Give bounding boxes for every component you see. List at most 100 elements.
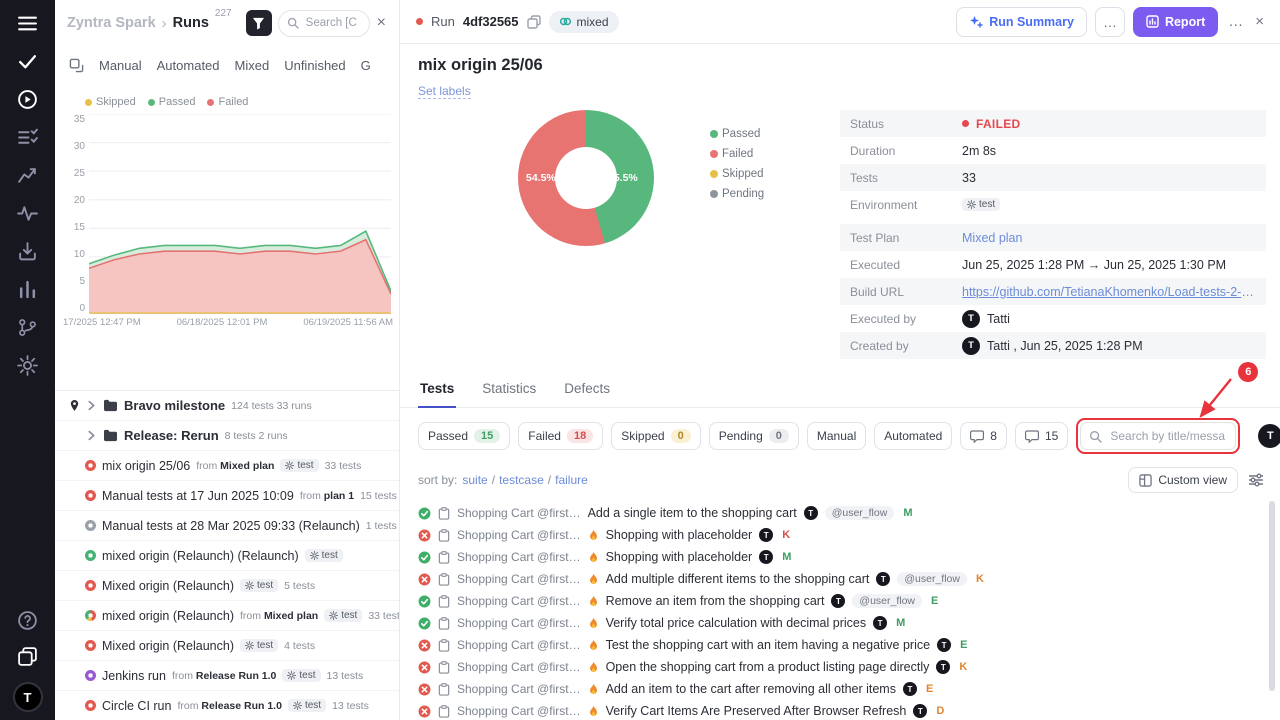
trend-chart-icon[interactable] (17, 165, 38, 186)
flaky-fire-icon (588, 683, 599, 696)
help-icon[interactable] (17, 610, 38, 631)
test-row[interactable]: Shopping Cart @first… Add an item to the … (418, 678, 1266, 700)
info-label: Build URL (850, 285, 962, 299)
tab-defects[interactable]: Defects (562, 371, 612, 407)
test-title[interactable]: Shopping with placeholder (606, 528, 753, 542)
test-row[interactable]: Shopping Cart @first… Add a single item t… (418, 502, 1266, 524)
sort-by-testcase[interactable]: testcase (499, 473, 544, 487)
scrollbar[interactable] (1269, 501, 1275, 691)
comments-filter-chip[interactable]: 8 (960, 422, 1007, 450)
tab-tests[interactable]: Tests (418, 371, 456, 408)
left-tab-mixed[interactable]: Mixed (235, 58, 270, 73)
test-row[interactable]: Shopping Cart @first… Verify Cart Items A… (418, 700, 1266, 720)
filter-chip-passed[interactable]: Passed15 (418, 422, 510, 450)
left-tab-g[interactable]: G (361, 58, 371, 73)
suite-name[interactable]: Shopping Cart @first… (457, 616, 581, 630)
milestone-row[interactable]: Release: Rerun8 tests 2 runs (55, 421, 399, 451)
tests-search[interactable] (1080, 422, 1236, 450)
batch-select-icon[interactable] (69, 58, 84, 73)
close-panel-icon[interactable]: × (376, 14, 387, 32)
milestone-row[interactable]: Bravo milestone124 tests 33 runs (55, 391, 399, 421)
overflow-menu-icon[interactable]: … (1226, 13, 1245, 30)
run-row[interactable]: Manual tests at 28 Mar 2025 09:33 (Relau… (55, 511, 399, 541)
run-row[interactable]: mixed origin (Relaunch) (Relaunch)test (55, 541, 399, 571)
run-row[interactable]: Circle CI runfrom Release Run 1.0test13 … (55, 691, 399, 720)
suite-name[interactable]: Shopping Cart @first… (457, 660, 581, 674)
run-row[interactable]: Jenkins runfrom Release Run 1.0test13 te… (55, 661, 399, 691)
filter-chip-pending[interactable]: Pending0 (709, 422, 799, 450)
projects-icon[interactable] (17, 646, 38, 667)
user-avatar[interactable]: T (13, 682, 43, 712)
suite-name[interactable]: Shopping Cart @first… (457, 704, 581, 718)
test-row[interactable]: Shopping Cart @first… Test the shopping c… (418, 634, 1266, 656)
run-row[interactable]: Mixed origin (Relaunch)test4 tests (55, 631, 399, 661)
test-title[interactable]: Add an item to the cart after removing a… (606, 682, 896, 696)
copy-icon[interactable] (527, 15, 541, 29)
activity-pulse-icon[interactable] (17, 203, 38, 224)
user-avatar[interactable]: T (1258, 424, 1280, 448)
test-list-icon[interactable] (17, 127, 38, 148)
more-actions-button[interactable]: … (1095, 7, 1125, 37)
test-title[interactable]: Remove an item from the shopping cart (606, 594, 825, 608)
test-title[interactable]: Test the shopping cart with an item havi… (606, 638, 931, 652)
assignee-badge: E (931, 595, 938, 607)
report-button[interactable]: Report (1133, 7, 1218, 37)
suite-name[interactable]: Shopping Cart @first… (457, 550, 581, 564)
sort-by-failure[interactable]: failure (555, 473, 588, 487)
runs-search[interactable] (278, 10, 370, 37)
tune-sliders-icon[interactable] (1248, 472, 1264, 488)
sort-by-suite[interactable]: suite (462, 473, 487, 487)
tests-search-input[interactable] (1108, 428, 1227, 444)
suite-name[interactable]: Shopping Cart @first… (457, 594, 581, 608)
set-labels-link[interactable]: Set labels (418, 84, 471, 99)
filter-chip-automated[interactable]: Automated (874, 422, 952, 450)
test-title[interactable]: Add a single item to the shopping cart (588, 506, 797, 520)
bar-chart-icon[interactable] (17, 279, 38, 300)
test-row[interactable]: Shopping Cart @first… Shopping with place… (418, 524, 1266, 546)
filter-chip-manual[interactable]: Manual (807, 422, 866, 450)
left-tab-manual[interactable]: Manual (99, 58, 142, 73)
import-tray-icon[interactable] (17, 241, 38, 262)
chevron-right-icon[interactable] (86, 400, 97, 411)
menu-icon[interactable] (17, 13, 38, 34)
git-branch-icon[interactable] (17, 317, 38, 338)
test-title[interactable]: Add multiple different items to the shop… (606, 572, 870, 586)
test-row[interactable]: Shopping Cart @first… Shopping with place… (418, 546, 1266, 568)
run-row[interactable]: Manual tests at 17 Jun 2025 10:09from pl… (55, 481, 399, 511)
build-url-link[interactable]: https://github.com/TetianaKhomenko/Load-… (962, 285, 1256, 299)
test-title[interactable]: Verify total price calculation with deci… (606, 616, 867, 630)
run-row[interactable]: mixed origin (Relaunch)from Mixed plante… (55, 601, 399, 631)
test-row[interactable]: Shopping Cart @first… Verify total price … (418, 612, 1266, 634)
test-title[interactable]: Verify Cart Items Are Preserved After Br… (606, 704, 907, 718)
custom-view-button[interactable]: Custom view (1128, 467, 1238, 493)
gear-icon[interactable] (17, 355, 38, 376)
run-summary-button[interactable]: Run Summary (956, 7, 1087, 37)
suite-name[interactable]: Shopping Cart @first… (457, 638, 581, 652)
left-tab-automated[interactable]: Automated (157, 58, 220, 73)
test-plan-link[interactable]: Mixed plan (962, 231, 1022, 245)
test-row[interactable]: Shopping Cart @first… Remove an item from… (418, 590, 1266, 612)
run-title: Manual tests at 17 Jun 2025 10:09 (102, 489, 294, 503)
runs-search-input[interactable] (304, 16, 361, 30)
test-title[interactable]: Shopping with placeholder (606, 550, 753, 564)
filter-chip-skipped[interactable]: Skipped0 (611, 422, 701, 450)
tab-statistics[interactable]: Statistics (480, 371, 538, 407)
test-rows-group: Shopping Cart @first… Add a single item t… (418, 502, 1266, 720)
runs-play-icon[interactable] (17, 89, 38, 110)
comments-filter-chip[interactable]: 15 (1015, 422, 1068, 450)
run-row[interactable]: Mixed origin (Relaunch)test5 tests (55, 571, 399, 601)
suite-name[interactable]: Shopping Cart @first… (457, 528, 581, 542)
suite-name[interactable]: Shopping Cart @first… (457, 506, 581, 520)
test-title[interactable]: Open the shopping cart from a product li… (606, 660, 930, 674)
checkmark-icon[interactable] (17, 51, 38, 72)
close-run-icon[interactable]: × (1253, 13, 1266, 30)
filter-chip-failed[interactable]: Failed18 (518, 422, 603, 450)
suite-name[interactable]: Shopping Cart @first… (457, 682, 581, 696)
test-row[interactable]: Shopping Cart @first… Add multiple differ… (418, 568, 1266, 590)
chevron-right-icon[interactable] (86, 430, 97, 441)
test-row[interactable]: Shopping Cart @first… Open the shopping c… (418, 656, 1266, 678)
run-row[interactable]: mix origin 25/06from Mixed plantest33 te… (55, 451, 399, 481)
filter-button[interactable] (246, 10, 272, 36)
left-tab-unfinished[interactable]: Unfinished (284, 58, 345, 73)
suite-name[interactable]: Shopping Cart @first… (457, 572, 581, 586)
